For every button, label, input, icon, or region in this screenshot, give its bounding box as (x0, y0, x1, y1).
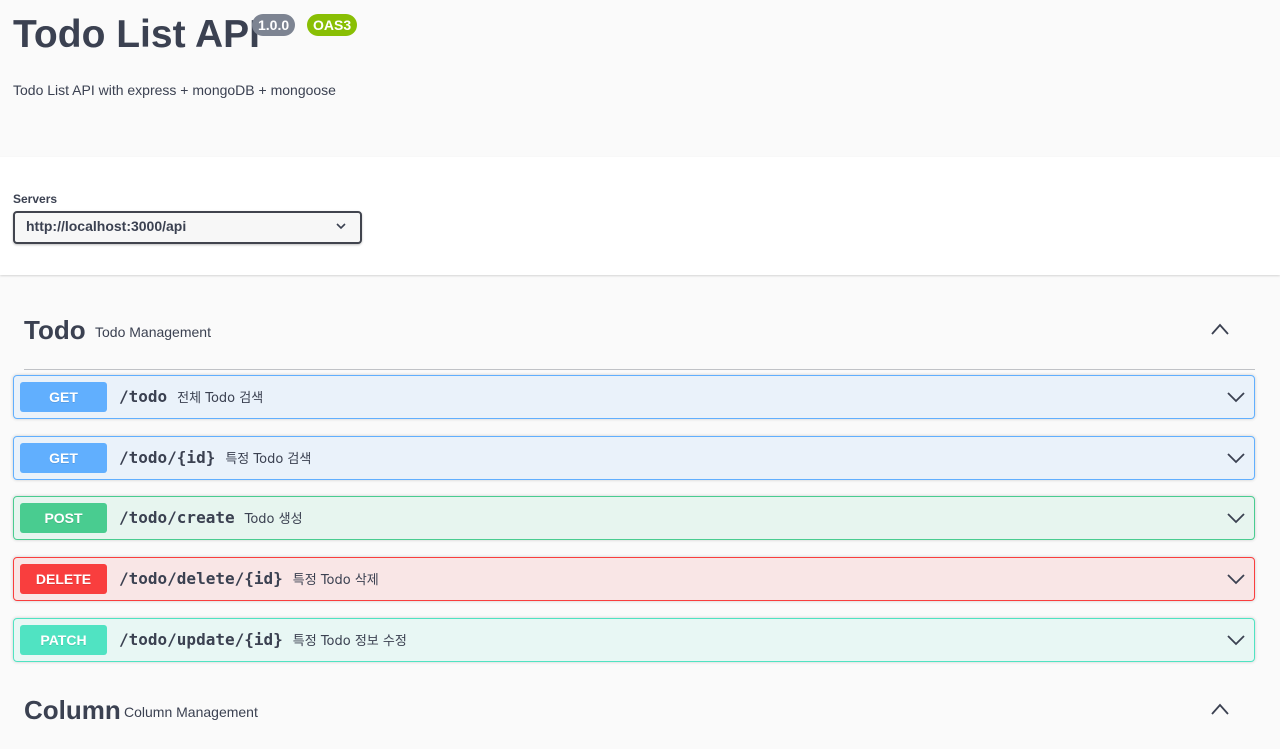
chevron-down-icon[interactable] (1226, 451, 1246, 465)
api-info: Todo List API 1.0.0 OAS3 Todo List API w… (0, 0, 1280, 157)
tag-header-column[interactable]: Column Column Management (24, 657, 1255, 749)
chevron-up-icon[interactable] (1210, 702, 1230, 716)
operation-path: /todo/update/{id} 특정 Todo 정보 수정 (119, 630, 407, 649)
method-badge: POST (20, 503, 107, 533)
operation-summary: 특정 Todo 검색 (225, 452, 312, 467)
servers-selected-value: http://localhost:3000/api (26, 218, 187, 234)
chevron-up-icon[interactable] (1210, 322, 1230, 336)
tag-section-todo: Todo Todo Management (0, 277, 1280, 370)
servers-container: Servers http://localhost:3000/api (0, 157, 1280, 275)
tag-header-todo[interactable]: Todo Todo Management (24, 277, 1255, 370)
method-badge: GET (20, 382, 107, 412)
opblock-delete-todo[interactable]: DELETE /todo/delete/{id} 특정 Todo 삭제 (13, 557, 1255, 601)
method-badge: DELETE (20, 564, 107, 594)
chevron-down-icon[interactable] (1226, 572, 1246, 586)
version-badge: 1.0.0 (252, 14, 296, 36)
api-description: Todo List API with express + mongoDB + m… (13, 82, 336, 98)
operation-summary: Todo 생성 (244, 512, 303, 527)
opblock-patch-todo-update[interactable]: PATCH /todo/update/{id} 특정 Todo 정보 수정 (13, 618, 1255, 662)
operation-summary: 특정 Todo 정보 수정 (292, 634, 407, 649)
tag-description: Todo Management (95, 324, 211, 340)
api-title: Todo List API (13, 13, 260, 56)
tag-section-column: Column Column Management (0, 657, 1280, 749)
opblock-post-todo-create[interactable]: POST /todo/create Todo 생성 (13, 496, 1255, 540)
chevron-down-icon[interactable] (1226, 633, 1246, 647)
tag-name: Todo (24, 315, 86, 345)
operation-path: /todo/create Todo 생성 (119, 508, 303, 527)
operation-path: /todo/delete/{id} 특정 Todo 삭제 (119, 569, 379, 588)
method-badge: GET (20, 443, 107, 473)
operation-summary: 전체 Todo 검색 (177, 391, 264, 406)
operation-summary: 특정 Todo 삭제 (292, 573, 379, 588)
oas-badge: OAS3 (307, 14, 358, 36)
chevron-down-icon[interactable] (1226, 390, 1246, 404)
operation-path: /todo/{id} 특정 Todo 검색 (119, 448, 312, 467)
chevron-down-icon[interactable] (1226, 511, 1246, 525)
tag-name: Column (24, 695, 121, 725)
method-badge: PATCH (20, 625, 107, 655)
chevron-down-icon (336, 223, 346, 230)
servers-label: Servers (13, 192, 58, 206)
operation-path: /todo 전체 Todo 검색 (119, 387, 264, 406)
servers-select[interactable]: http://localhost:3000/api (13, 211, 362, 244)
tag-description: Column Management (124, 704, 258, 720)
opblock-get-todo-id[interactable]: GET /todo/{id} 특정 Todo 검색 (13, 436, 1255, 480)
opblock-get-todo[interactable]: GET /todo 전체 Todo 검색 (13, 375, 1255, 419)
